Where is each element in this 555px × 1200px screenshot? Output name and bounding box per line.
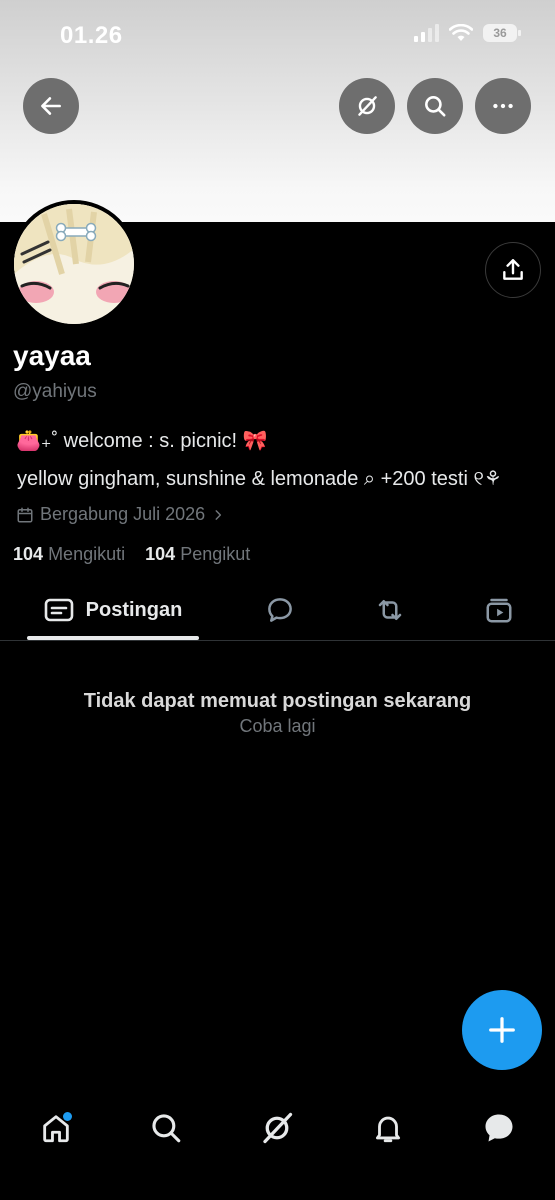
profile-name: yayaa xyxy=(13,340,91,371)
nav-search[interactable] xyxy=(138,1100,194,1156)
tab-media[interactable] xyxy=(471,580,527,640)
repost-icon xyxy=(378,600,402,620)
grok-icon xyxy=(358,96,377,116)
search-button[interactable] xyxy=(407,78,463,134)
error-message: Tidak dapat memuat postingan sekarang xyxy=(83,690,472,712)
avatar-image xyxy=(14,204,134,324)
replies-icon xyxy=(268,598,292,622)
messages-icon xyxy=(485,1114,513,1142)
joined-label: Bergabung Juli 2026 xyxy=(40,504,206,524)
nav-home[interactable] xyxy=(28,1100,84,1156)
battery-icon: 36 xyxy=(483,24,521,42)
followers-label: Pengikut xyxy=(180,544,251,564)
bell-icon xyxy=(375,1116,401,1143)
status-time: 01.26 xyxy=(60,22,123,49)
tab-posts-label: Postingan xyxy=(85,598,183,621)
share-button[interactable] xyxy=(485,242,541,298)
posts-icon xyxy=(44,598,73,622)
media-icon xyxy=(486,598,512,623)
followers-link[interactable]: 104 Pengikut xyxy=(145,544,250,564)
more-icon xyxy=(493,103,513,109)
plus-icon xyxy=(489,1017,515,1043)
nav-grok[interactable] xyxy=(249,1100,305,1156)
profile-tabs: Postingan xyxy=(0,580,555,641)
back-button[interactable] xyxy=(23,78,79,134)
following-link[interactable]: 104 Mengikuti xyxy=(13,544,125,564)
more-button[interactable] xyxy=(475,78,531,134)
tab-reposts[interactable] xyxy=(362,580,418,640)
notification-dot xyxy=(63,1112,72,1121)
chevron-right-icon xyxy=(215,509,222,520)
bio-line-1: 👛₊˚ welcome : s. picnic! 🎀 xyxy=(16,430,268,452)
signal-icon xyxy=(414,24,439,42)
nav-notifications[interactable] xyxy=(360,1100,416,1156)
following-count: 104 xyxy=(13,544,44,564)
calendar-icon xyxy=(17,507,33,522)
joined-date[interactable]: Bergabung Juli 2026 xyxy=(16,504,225,525)
profile-handle: @yahiyus xyxy=(13,381,97,402)
retry-link[interactable]: Coba lagi xyxy=(0,716,555,737)
bio-line-2: yellow gingham, sunshine & lemonade ⌕ +2… xyxy=(17,468,502,490)
grok-button[interactable] xyxy=(339,78,395,134)
follow-stats: 104 Mengikuti 104 Pengikut xyxy=(13,544,250,565)
active-tab-indicator xyxy=(27,636,199,640)
back-arrow-icon xyxy=(41,97,61,115)
tab-posts[interactable]: Postingan xyxy=(27,580,199,640)
wifi-icon xyxy=(449,24,473,41)
following-label: Mengikuti xyxy=(48,544,126,564)
avatar[interactable] xyxy=(10,200,138,328)
search-icon xyxy=(152,1114,181,1143)
bottom-navigation xyxy=(0,1080,555,1200)
compose-button[interactable] xyxy=(462,990,542,1070)
nav-messages[interactable] xyxy=(471,1100,527,1156)
share-icon xyxy=(503,259,523,280)
search-icon xyxy=(425,96,446,117)
status-icons: 36 xyxy=(414,24,521,42)
followers-count: 104 xyxy=(145,544,176,564)
tab-replies[interactable] xyxy=(252,580,308,640)
grok-icon xyxy=(263,1112,293,1144)
